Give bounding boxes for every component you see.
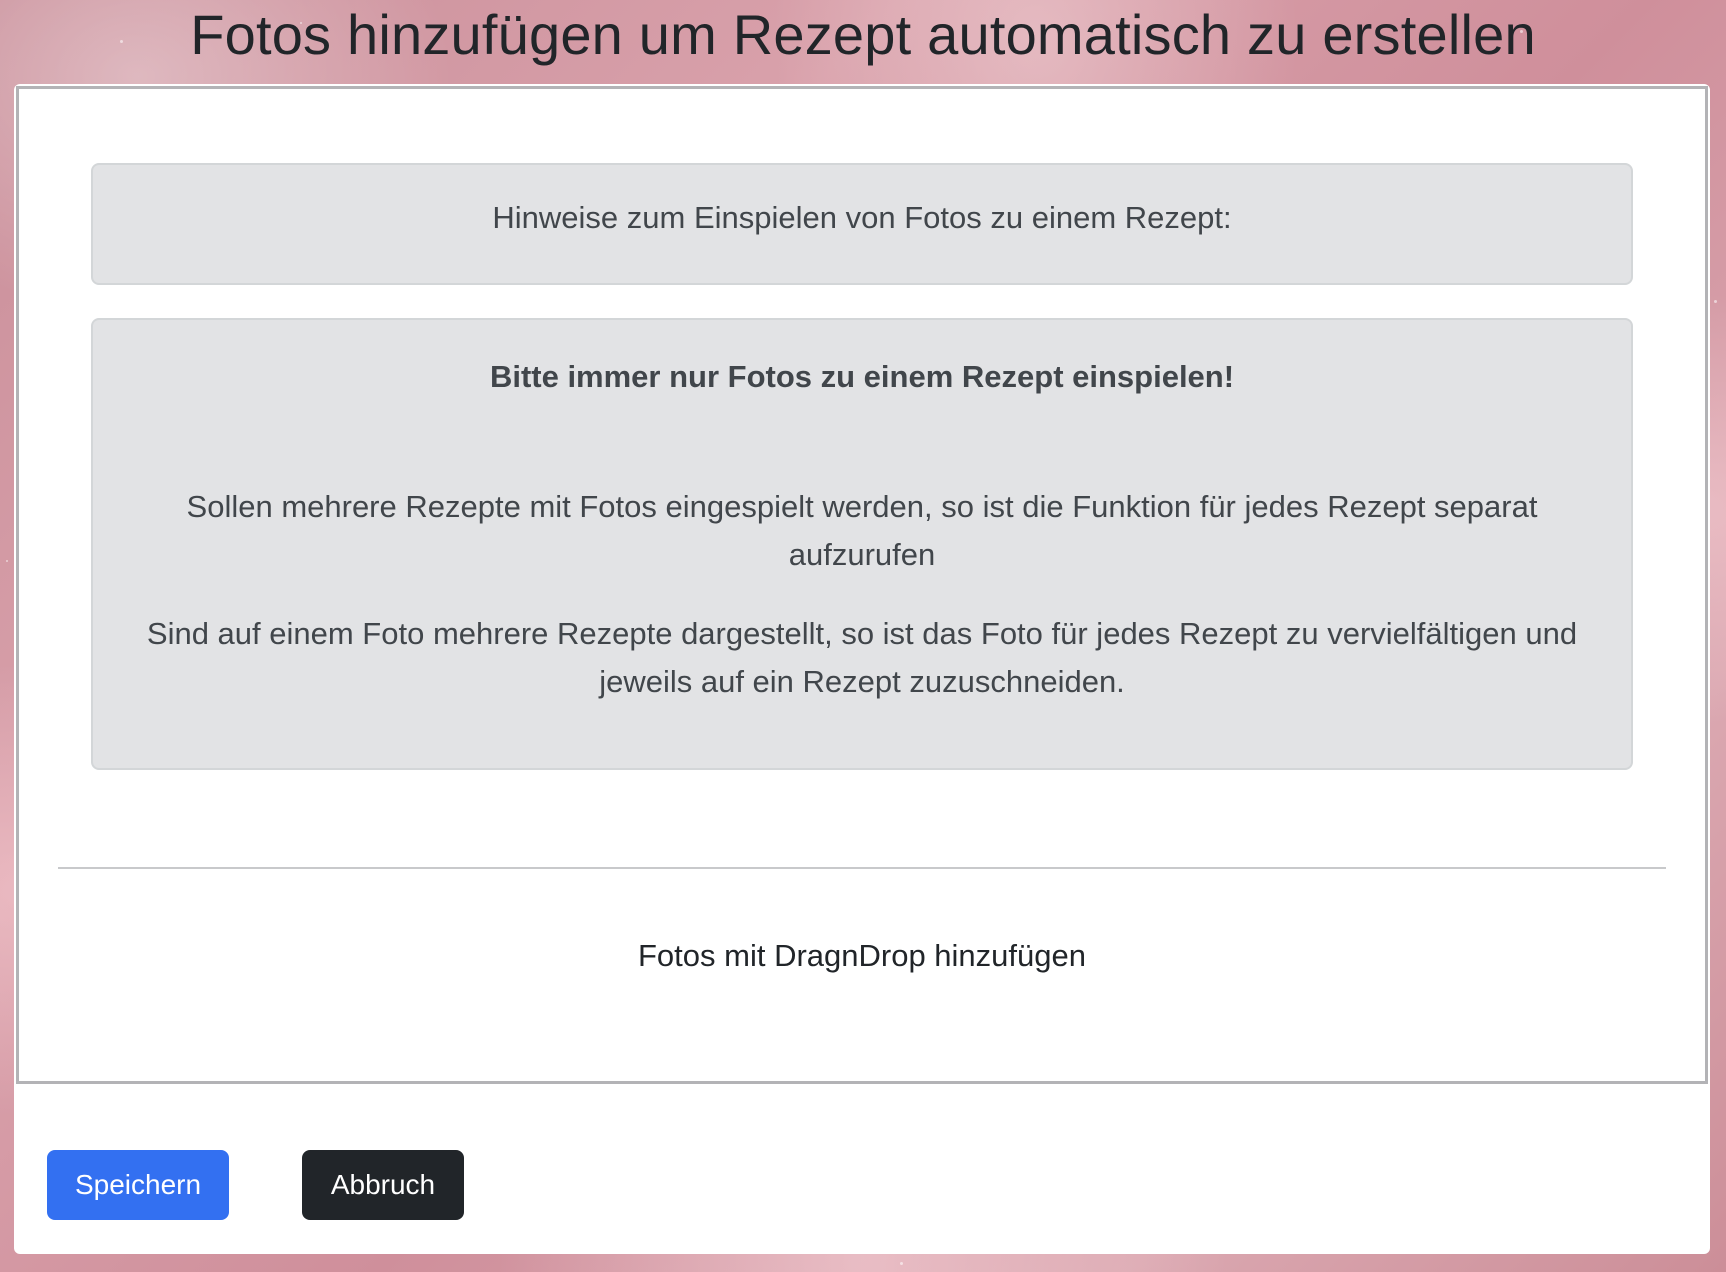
divider — [58, 867, 1666, 869]
background-speck — [900, 1262, 903, 1265]
rules-heading: Bitte immer nur Fotos zu einem Rezept ei… — [489, 359, 1235, 394]
hint-alert: Hinweise zum Einspielen von Fotos zu ein… — [91, 163, 1633, 285]
photo-dropzone[interactable]: Hinweise zum Einspielen von Fotos zu ein… — [16, 86, 1708, 1084]
background-speck — [1714, 300, 1717, 303]
save-button[interactable]: Speichern — [47, 1150, 229, 1220]
rule-paragraph: Sollen mehrere Rezepte mit Fotos eingesp… — [186, 489, 1538, 572]
dropzone-label: Fotos mit DragnDrop hinzufügen — [637, 938, 1086, 973]
background-speck — [6, 560, 8, 562]
hint-text: Hinweise zum Einspielen von Fotos zu ein… — [492, 200, 1232, 235]
rule-paragraph: Sind auf einem Foto mehrere Rezepte darg… — [146, 616, 1578, 699]
page-title: Fotos hinzufügen um Rezept automatisch z… — [190, 3, 1536, 66]
cancel-button[interactable]: Abbruch — [302, 1150, 464, 1220]
rules-alert: Bitte immer nur Fotos zu einem Rezept ei… — [91, 318, 1633, 770]
recipe-photo-upload-card: Hinweise zum Einspielen von Fotos zu ein… — [14, 84, 1710, 1254]
